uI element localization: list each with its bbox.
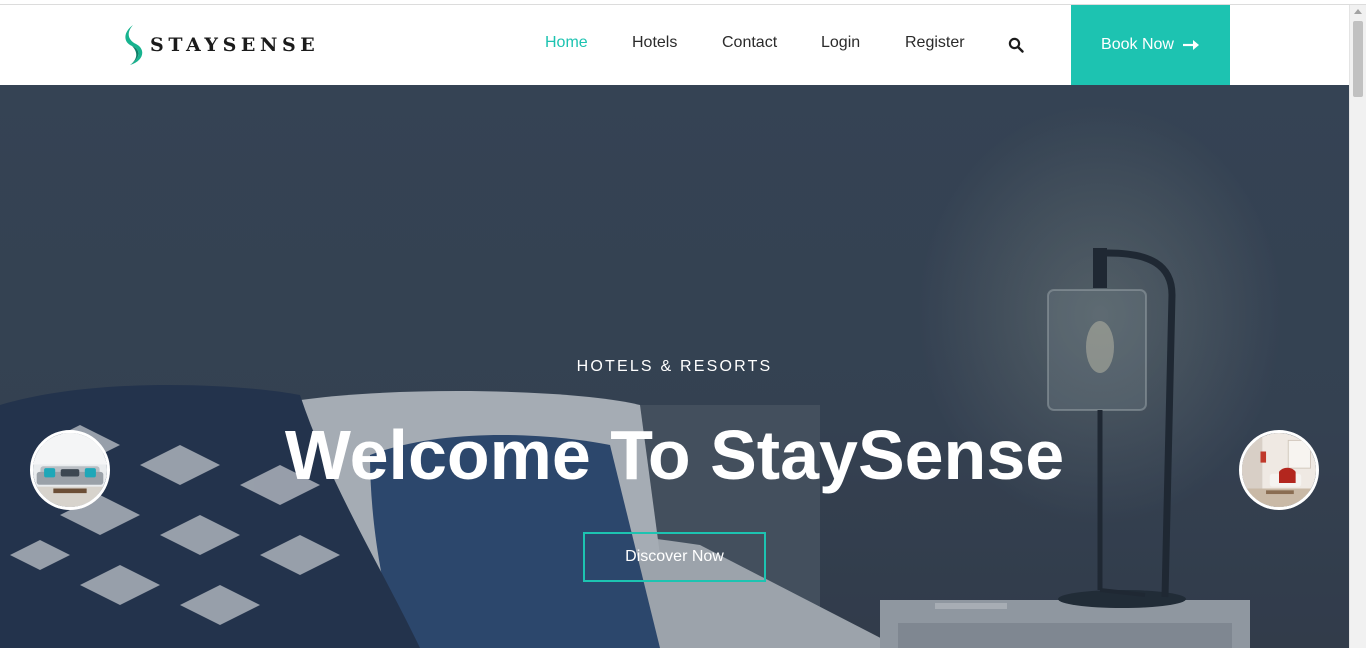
slider-next-thumbnail[interactable] <box>1239 430 1319 510</box>
site-header: STAYSENSE Home Hotels Contact Login Regi… <box>0 5 1349 85</box>
hero-subtitle: HOTELS & RESORTS <box>576 358 773 375</box>
scroll-up-arrow-icon[interactable] <box>1354 9 1362 14</box>
bedroom-thumbnail <box>1242 433 1316 507</box>
brand-logo[interactable]: STAYSENSE <box>120 23 319 67</box>
nav-item-contact[interactable]: Contact <box>722 34 777 52</box>
nav-item-home[interactable]: Home <box>545 34 588 52</box>
leaf-logo-icon <box>125 25 143 65</box>
book-now-label: Book Now <box>1101 36 1174 53</box>
slider-prev-thumbnail[interactable] <box>30 430 110 510</box>
discover-now-button[interactable]: Discover Now <box>583 532 766 582</box>
brand-name: STAYSENSE <box>150 34 320 56</box>
page: STAYSENSE Home Hotels Contact Login Regi… <box>0 0 1366 648</box>
page-scrollbar[interactable] <box>1349 5 1366 648</box>
arrow-right-icon <box>1182 40 1199 50</box>
nav-item-register[interactable]: Register <box>905 34 965 52</box>
book-now-button[interactable]: Book Now <box>1071 5 1230 85</box>
nav-item-hotels[interactable]: Hotels <box>632 34 677 52</box>
search-icon[interactable] <box>1008 37 1024 53</box>
hero-title: Welcome To StaySense <box>284 416 1065 494</box>
nav-item-login[interactable]: Login <box>821 34 860 52</box>
hero-banner: HOTELS & RESORTS Welcome To StaySense Di… <box>0 85 1349 648</box>
scrollbar-thumb[interactable] <box>1353 21 1363 97</box>
living-room-thumbnail <box>33 433 107 507</box>
